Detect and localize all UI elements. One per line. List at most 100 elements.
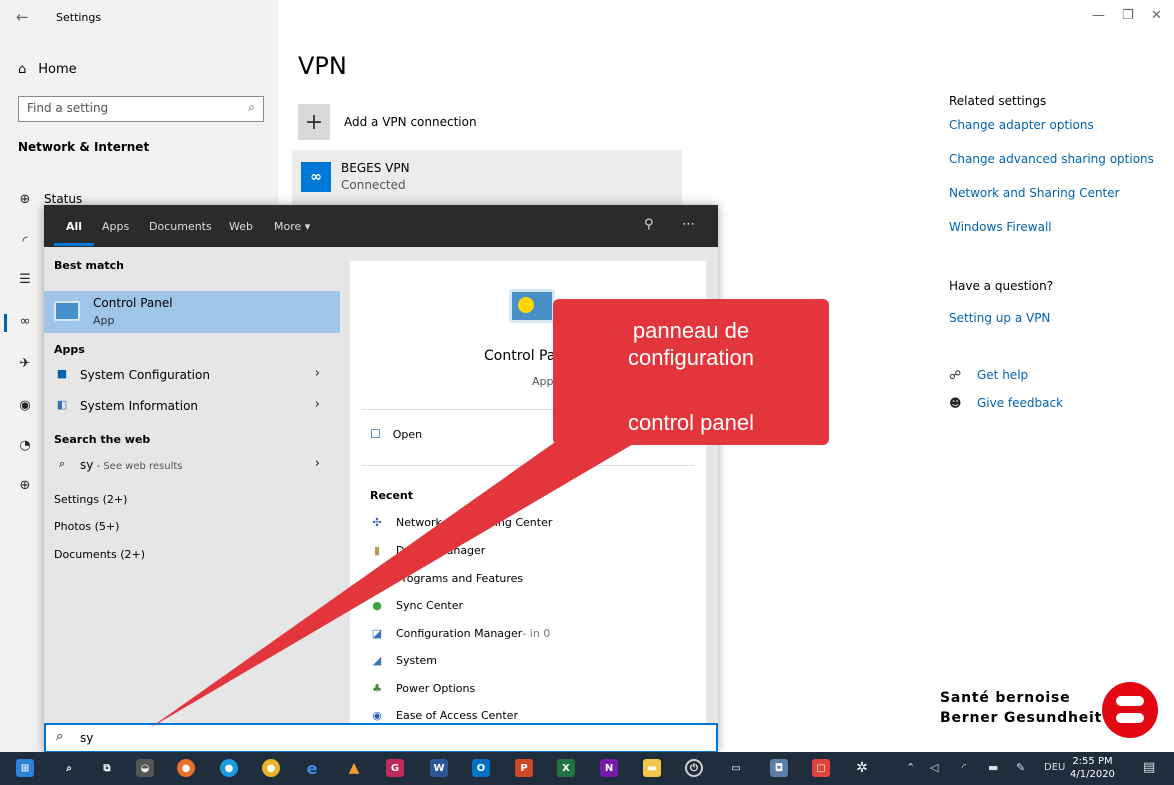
callout-text-line-3: control panel [628,410,754,435]
tab-web[interactable]: Web [229,220,253,233]
search-query: sy [80,731,94,745]
find-setting-input[interactable]: Find a setting ⌕ [18,96,264,122]
chevron-right-icon[interactable]: › [315,456,320,471]
recent-item[interactable]: ◉ Ease of Access Center [370,709,518,722]
feedback-icon: ☻ [949,396,962,410]
callout-text-line-1: panneau de [632,318,750,343]
search-icon[interactable]: ⌕ [60,759,78,777]
word-icon[interactable]: W [430,759,448,777]
sync-center-icon: ● [372,599,382,612]
result-system-information[interactable]: ◧ System Information › [44,392,340,420]
title-bar: ← Settings — ❐ ✕ [0,0,1174,38]
chrome-icon[interactable]: ● [262,759,280,777]
hotspot-icon[interactable]: ◉ [16,398,34,413]
firefox-icon[interactable]: ● [177,759,195,777]
remote-desktop-icon[interactable]: ▭ [727,759,745,777]
open-action[interactable]: ☐ Open [370,427,422,441]
pen-icon[interactable]: ✎ [1016,761,1025,774]
tab-all[interactable]: All [66,220,82,233]
chevron-right-icon[interactable]: › [315,366,320,381]
link-adapter-options[interactable]: Change adapter options [949,118,1094,132]
search-icon: ⌕ [248,100,255,114]
give-feedback-link[interactable]: ☻ Give feedback [949,396,1063,410]
app-icon-1[interactable]: ◒ [136,759,154,777]
red-app-icon[interactable]: ▢ [812,759,830,777]
language-indicator[interactable]: DEU [1044,762,1065,773]
airplane-icon[interactable]: ✈ [16,356,34,371]
chevron-right-icon[interactable]: › [315,397,320,412]
recent-label: Sync Center [396,599,464,612]
feedback-person-icon[interactable]: ⚲ [644,217,654,232]
result-web-search[interactable]: ⌕ sy - See web results › [44,451,340,479]
recent-item[interactable]: ● Sync Center [370,599,463,612]
minimize-icon[interactable]: — [1092,8,1105,23]
file-explorer-icon[interactable]: ▬ [643,759,661,777]
section-header: Network & Internet [18,140,150,154]
programs-features-icon: ▣ [371,572,383,585]
close-icon[interactable]: ✕ [1151,8,1162,23]
network-tool-icon[interactable]: ◘ [770,759,788,777]
back-arrow-icon[interactable]: ← [16,8,29,26]
brand-text: Santé bernoise Berner Gesundheit [940,688,1102,728]
restore-icon[interactable]: ❐ [1122,8,1134,23]
wifi-tray-icon[interactable]: ◜ [962,761,966,774]
tab-documents[interactable]: Documents [149,220,212,233]
tab-apps[interactable]: Apps [102,220,129,233]
device-manager-icon: ▮ [373,544,381,557]
link-sharing-options[interactable]: Change advanced sharing options [949,152,1154,166]
more-options-icon[interactable]: ⋯ [682,217,695,232]
outlook-icon[interactable]: O [472,759,490,777]
internet-explorer-icon[interactable]: e [303,759,321,778]
chevron-up-icon[interactable]: ⌃ [906,761,915,774]
best-match-header: Best match [54,259,124,272]
proxy-globe-icon[interactable]: ⊕ [16,478,34,493]
ethernet-icon[interactable]: ☰ [16,272,34,287]
recent-item[interactable]: ♣ Power Options [370,682,475,695]
settings-gear-icon[interactable]: ✲ [853,759,871,777]
status-globe-icon[interactable]: ⊕ [16,192,34,207]
group-settings[interactable]: Settings (2+) [54,493,127,506]
recent-item[interactable]: ◢ System [370,654,437,667]
group-photos[interactable]: Photos (5+) [54,520,119,533]
excel-icon[interactable]: X [557,759,575,777]
volume-icon[interactable]: ◁ [930,761,938,774]
recent-label: Device Manager [396,544,486,557]
vlc-icon[interactable]: ▲ [345,759,363,777]
brand-logo-bar-top [1116,696,1144,706]
get-help-link[interactable]: ☍ Get help [949,368,1028,382]
tab-more[interactable]: More ▾ [274,220,310,233]
result-system-configuration[interactable]: ■ System Configuration › [44,361,340,389]
recent-item[interactable]: ✣ Network and Sharing Center [370,516,552,529]
recent-item[interactable]: ◪ Configuration Manager - in 0 [370,627,551,640]
sidebar-item-status[interactable]: Status [44,192,82,206]
onenote-icon[interactable]: N [600,759,618,777]
home-nav[interactable]: ⌂ Home [18,62,77,77]
vpn-icon[interactable]: ∞ [16,314,34,329]
clock[interactable]: 2:55 PM 4/1/2020 [1070,755,1115,781]
page-title: VPN [298,52,347,80]
system-information-icon: ◧ [56,398,68,411]
link-windows-firewall[interactable]: Windows Firewall [949,220,1052,234]
link-network-sharing-center[interactable]: Network and Sharing Center [949,186,1120,200]
notifications-icon[interactable]: ▤ [1143,760,1155,775]
data-usage-icon[interactable]: ◔ [16,438,34,453]
edge-icon[interactable]: ● [220,759,238,777]
add-vpn-button[interactable]: + Add a VPN connection [298,104,477,140]
battery-icon[interactable]: ▬ [988,761,998,774]
recent-item[interactable]: ▣ Programs and Features [370,572,523,585]
link-setting-up-vpn[interactable]: Setting up a VPN [949,311,1050,325]
start-button[interactable]: ⊞ [16,759,34,777]
powerpoint-icon[interactable]: P [515,759,533,777]
task-view-icon[interactable]: ⧉ [98,759,116,777]
vpn-connection-item[interactable]: ∞ BEGES VPN Connected [292,150,682,208]
recent-item[interactable]: ▮ Device Manager [370,544,485,557]
app-icon-g[interactable]: G [386,759,404,777]
power-app-icon[interactable]: ⏻ [685,759,703,777]
search-input[interactable]: ⌕ sy [44,723,718,753]
best-match-result[interactable]: Control Panel App [44,291,340,333]
wifi-icon[interactable]: ◜ [16,234,34,249]
window-title: Settings [56,11,102,24]
recent-label: Configuration Manager [396,627,523,640]
group-documents[interactable]: Documents (2+) [54,548,145,561]
help-icon: ☍ [949,368,962,382]
